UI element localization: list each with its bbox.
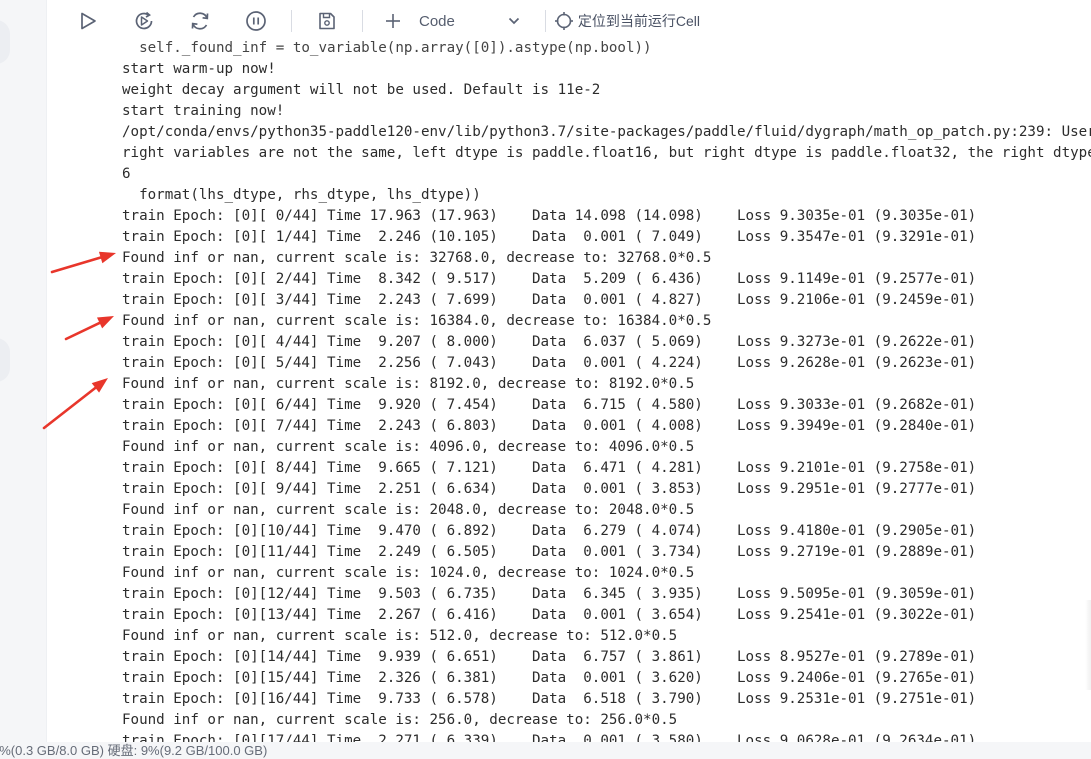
red-arrow-head xyxy=(98,251,116,264)
status-bar: 4%(0.3 GB/8.0 GB) 硬盘: 9%(9.2 GB/100.0 GB… xyxy=(0,742,1091,759)
red-arrow-shaft xyxy=(42,386,97,430)
red-arrow-shaft xyxy=(64,321,101,341)
red-arrow-shaft xyxy=(50,256,102,274)
resource-usage-text: 4%(0.3 GB/8.0 GB) 硬盘: 9%(9.2 GB/100.0 GB… xyxy=(0,743,268,758)
red-arrow-head xyxy=(96,316,114,329)
annotation-arrows xyxy=(42,251,116,430)
